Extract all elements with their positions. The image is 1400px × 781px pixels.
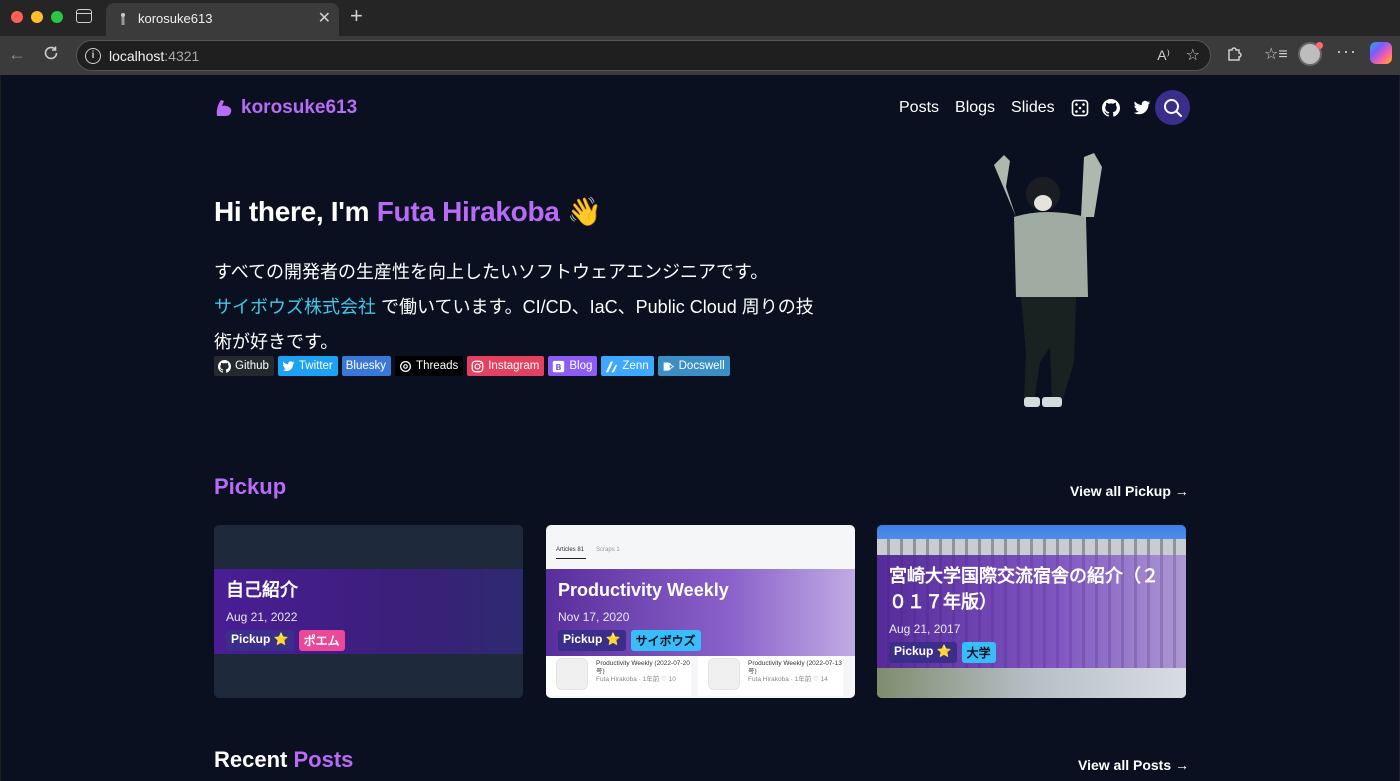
- close-window-button[interactable]: [11, 11, 23, 23]
- chair-icon: [556, 658, 588, 690]
- search-icon: [1163, 98, 1182, 117]
- wave-emoji-icon: 👋: [567, 196, 602, 227]
- twitter-icon: [282, 360, 295, 371]
- hero-title: Hi there, I'm Futa Hirakoba 👋: [214, 196, 602, 227]
- logo-text: korosuke613: [241, 97, 358, 118]
- site-logo[interactable]: korosuke613: [214, 97, 357, 119]
- tag-university[interactable]: 大学: [961, 642, 996, 663]
- card-bg-item: Productivity Weekly (2022-07-20号) Futa Hi…: [546, 656, 691, 696]
- github-icon: [218, 359, 231, 373]
- pickup-card-2[interactable]: Articles 81 Scraps 1 Productivity Weekly …: [546, 525, 855, 698]
- card-bg-tabs: Articles 81 Scraps 1: [556, 547, 620, 553]
- minimize-window-button[interactable]: [31, 11, 43, 23]
- social-badges: Github Twitter Bluesky Threads Instagram…: [214, 356, 730, 376]
- search-button[interactable]: [1155, 90, 1190, 125]
- badge-blog[interactable]: B Blog: [548, 356, 598, 376]
- logo-arm-icon: [216, 100, 232, 116]
- tag-pickup[interactable]: Pickup ⭐: [889, 642, 957, 663]
- badge-instagram[interactable]: Instagram: [467, 356, 545, 376]
- recent-posts-heading: Recent Posts: [214, 747, 354, 772]
- main-nav: Posts Blogs Slides: [899, 99, 1164, 117]
- browser-toolbar: ← i localhost:4321 A⁾ ☆ ☆≡ ···: [0, 36, 1400, 75]
- card-overlay: Productivity Weekly Nov 17, 2020 Pickup …: [546, 569, 855, 656]
- more-menu-icon[interactable]: ···: [1336, 41, 1357, 62]
- tag-poem[interactable]: ポエム: [298, 630, 345, 651]
- hero-name: Futa Hirakoba: [376, 196, 560, 227]
- extensions-puzzle-icon[interactable]: [1226, 44, 1244, 62]
- card-overlay: 自己紹介 Aug 21, 2022 Pickup ⭐ ポエム: [214, 569, 523, 654]
- badge-zenn[interactable]: Zenn: [601, 356, 654, 376]
- hero-description: すべての開発者の生産性を向上したいソフトウェアエンジニアです。 サイボウズ株式会…: [214, 262, 814, 352]
- instagram-icon: [471, 360, 484, 372]
- dice-icon[interactable]: [1071, 99, 1089, 117]
- view-all-posts-link[interactable]: View all Posts →: [1078, 757, 1189, 773]
- favorite-star-icon[interactable]: ☆: [1186, 45, 1200, 65]
- company-link[interactable]: サイボウズ株式会社: [214, 297, 376, 317]
- card-title: Productivity Weekly: [558, 580, 729, 600]
- page-viewport: korosuke613 Posts Blogs Slides Hi there,…: [1, 75, 1399, 781]
- card-bg-item: Productivity Weekly (2022-07-13号) Futa Hi…: [698, 656, 843, 696]
- card-date: Nov 17, 2020: [558, 610, 630, 624]
- nav-blogs[interactable]: Blogs: [955, 99, 995, 117]
- maximize-window-button[interactable]: [51, 11, 63, 23]
- browser-tab-bar: korosuke613 ✕ +: [0, 0, 1400, 36]
- pickup-heading: Pickup: [214, 474, 287, 499]
- browser-tab[interactable]: korosuke613 ✕: [106, 3, 339, 36]
- pirate-flag-icon: [708, 658, 740, 690]
- threads-icon: [400, 360, 412, 372]
- zenn-icon: [606, 361, 618, 372]
- card-date: Aug 21, 2022: [226, 610, 298, 624]
- read-aloud-icon[interactable]: A⁾: [1157, 47, 1170, 64]
- card-date: Aug 21, 2017: [889, 622, 961, 636]
- tag-cybozu[interactable]: サイボウズ: [630, 630, 701, 651]
- new-tab-button[interactable]: +: [350, 3, 363, 29]
- pickup-card-3[interactable]: 宮崎大学国際交流宿舎の紹介（２０１７年版） Aug 21, 2017 Picku…: [877, 525, 1186, 698]
- card-title: 宮崎大学国際交流宿舎の紹介（２０１７年版）: [889, 566, 1159, 612]
- tab-close-icon[interactable]: ✕: [318, 8, 331, 28]
- tag-pickup[interactable]: Pickup ⭐: [226, 630, 294, 651]
- nav-posts[interactable]: Posts: [899, 99, 939, 117]
- profile-avatar[interactable]: [1298, 42, 1323, 66]
- badge-bluesky[interactable]: Bluesky: [341, 356, 392, 376]
- docswell-icon: [663, 361, 674, 371]
- site-info-icon[interactable]: i: [85, 48, 101, 64]
- twitter-icon[interactable]: [1133, 99, 1151, 117]
- tab-title: korosuke613: [138, 11, 213, 26]
- tag-pickup[interactable]: Pickup ⭐: [558, 630, 626, 651]
- svg-text:B: B: [556, 361, 562, 371]
- url-text[interactable]: localhost:4321: [109, 48, 199, 64]
- card-overlay: 宮崎大学国際交流宿舎の紹介（２０１７年版） Aug 21, 2017 Picku…: [877, 555, 1186, 668]
- view-all-pickup-link[interactable]: View all Pickup →: [1070, 483, 1189, 499]
- back-arrow-icon[interactable]: ←: [8, 44, 26, 65]
- site-favicon-icon: [121, 13, 125, 25]
- pickup-card-1[interactable]: 自己紹介 Aug 21, 2022 Pickup ⭐ ポエム: [214, 525, 523, 698]
- badge-twitter[interactable]: Twitter: [277, 356, 338, 376]
- blog-icon: B: [553, 360, 565, 372]
- nav-slides[interactable]: Slides: [1011, 99, 1055, 117]
- badge-github[interactable]: Github: [214, 356, 274, 376]
- address-bar[interactable]: i localhost:4321 A⁾ ☆: [76, 40, 1211, 71]
- card-title: 自己紹介: [226, 580, 298, 600]
- tab-sidebar-icon[interactable]: [76, 9, 92, 23]
- github-icon[interactable]: [1101, 99, 1120, 117]
- profile-photo: [994, 153, 1102, 407]
- copilot-icon[interactable]: [1370, 42, 1392, 64]
- favorites-list-icon[interactable]: ☆≡: [1264, 44, 1288, 64]
- badge-docswell[interactable]: Docswell: [657, 356, 730, 376]
- badge-threads[interactable]: Threads: [395, 356, 464, 376]
- reload-icon[interactable]: [42, 44, 60, 62]
